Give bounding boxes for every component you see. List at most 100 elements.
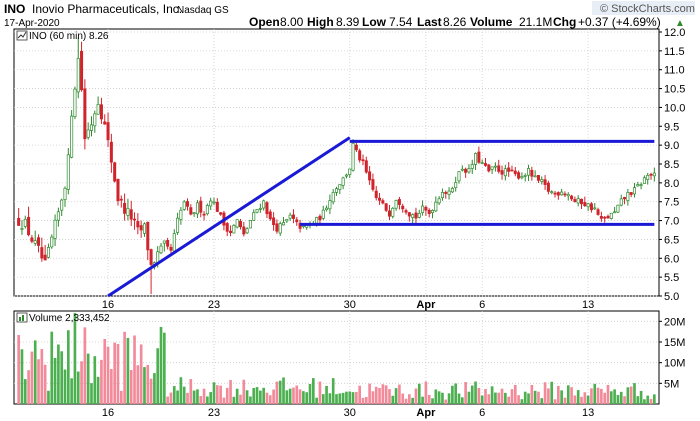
volume-bar bbox=[636, 396, 640, 404]
candle-body bbox=[371, 179, 375, 190]
candle-body bbox=[176, 217, 180, 233]
volume-bar bbox=[338, 393, 342, 404]
volume-bar bbox=[600, 388, 603, 404]
candle-body bbox=[407, 212, 411, 217]
volume-bar bbox=[474, 381, 477, 404]
volume-bar bbox=[305, 392, 309, 404]
candle-body bbox=[427, 209, 431, 214]
volume-bar bbox=[272, 389, 275, 404]
company-name: Inovio Pharmaceuticals, Inc. bbox=[32, 2, 182, 16]
volume-x-tick-label: 30 bbox=[344, 407, 356, 419]
candle-body bbox=[391, 207, 395, 217]
volume-bar bbox=[550, 381, 554, 404]
candle-body bbox=[540, 179, 544, 182]
volume-bar bbox=[361, 397, 365, 404]
price-legend: INO (60 min) 8.26 bbox=[29, 31, 109, 42]
volume-bar bbox=[583, 392, 587, 404]
volume-bar bbox=[484, 389, 487, 404]
volume-bar bbox=[454, 383, 458, 404]
candle-body bbox=[589, 203, 593, 211]
candle-body bbox=[341, 177, 345, 186]
volume-bar bbox=[384, 385, 388, 404]
price-y-tick-label: 5.0 bbox=[664, 291, 679, 303]
volume-bar bbox=[321, 394, 325, 404]
volume-bar bbox=[341, 392, 345, 404]
candle-body bbox=[53, 219, 57, 239]
volume-bar bbox=[93, 356, 97, 404]
candle-body bbox=[89, 124, 94, 131]
volume-bar bbox=[431, 398, 434, 404]
candle-body bbox=[411, 214, 415, 218]
candle-body bbox=[169, 246, 173, 251]
volume-bar bbox=[590, 388, 593, 404]
candle-body bbox=[285, 219, 289, 222]
candle-body bbox=[159, 245, 163, 254]
candle-body bbox=[179, 209, 183, 220]
volume-bar bbox=[259, 390, 262, 404]
volume-bar bbox=[398, 384, 401, 404]
candle-body bbox=[238, 221, 242, 228]
price-y-tick-label: 6.0 bbox=[664, 253, 679, 265]
volume-bar bbox=[411, 397, 414, 404]
volume-y-tick-label: 20M bbox=[664, 316, 685, 328]
volume-bar bbox=[470, 385, 474, 404]
volume-bar bbox=[169, 392, 173, 404]
volume-y-tick-label: 10M bbox=[664, 358, 685, 370]
high-label: High bbox=[307, 15, 334, 29]
volume-legend-icon-bar2 bbox=[22, 315, 24, 321]
volume-bar bbox=[159, 326, 163, 404]
candle-body bbox=[109, 141, 113, 163]
candle-body bbox=[444, 192, 448, 194]
volume-bar bbox=[374, 386, 378, 404]
volume-bar bbox=[302, 391, 305, 404]
volume-bar bbox=[417, 383, 421, 404]
volume-bar bbox=[603, 392, 607, 404]
volume-bar bbox=[96, 376, 100, 404]
watermark[interactable]: © StockCharts.com bbox=[592, 1, 695, 15]
volume-bar bbox=[37, 359, 40, 404]
volume-bar bbox=[83, 327, 87, 404]
volume-bar bbox=[70, 378, 73, 404]
candle-body bbox=[437, 198, 441, 204]
volume-bar bbox=[100, 359, 103, 404]
candle-body bbox=[414, 212, 418, 219]
volume-bar bbox=[404, 398, 408, 404]
candle-body bbox=[103, 121, 107, 125]
candle-body bbox=[467, 168, 471, 173]
candle-body bbox=[513, 170, 517, 175]
volume-bar bbox=[523, 391, 527, 404]
volume-panel: 5M 10M 15M 20M 16 23 30 Apr 6 13 Volume 2,333,45… bbox=[13, 310, 685, 419]
volume-bar bbox=[153, 373, 156, 404]
candle-body bbox=[123, 202, 127, 214]
candle-body bbox=[328, 200, 332, 210]
candle-body bbox=[225, 223, 229, 232]
candle-body bbox=[202, 213, 206, 216]
volume-bar bbox=[593, 383, 597, 404]
volume-bar bbox=[345, 391, 348, 404]
candle-body bbox=[533, 175, 537, 178]
volume-bar bbox=[206, 396, 209, 404]
exchange: Nasdaq GS bbox=[177, 5, 229, 16]
volume-bar bbox=[129, 369, 133, 404]
candle-body bbox=[424, 206, 428, 211]
volume-bar bbox=[275, 381, 279, 404]
volume-bar bbox=[196, 389, 199, 404]
volume-bar bbox=[331, 378, 335, 404]
candle-body bbox=[195, 202, 199, 215]
volume-bar bbox=[477, 387, 481, 404]
volume-bar bbox=[520, 399, 524, 404]
volume-bar bbox=[225, 387, 229, 404]
volume-bar bbox=[576, 390, 580, 404]
price-y-tick-label: 8.5 bbox=[664, 159, 679, 171]
volume-bar bbox=[547, 388, 550, 404]
volume-bar bbox=[500, 388, 504, 404]
price-x-tick-label: 16 bbox=[102, 299, 114, 311]
candle-body bbox=[639, 184, 643, 187]
volume-label: Volume bbox=[470, 15, 513, 29]
candle-body bbox=[93, 113, 97, 127]
volume-bar bbox=[649, 398, 653, 404]
candle-body bbox=[139, 225, 143, 231]
volume-bar bbox=[619, 391, 623, 404]
candle-body bbox=[288, 214, 292, 219]
candle-body bbox=[460, 168, 464, 171]
